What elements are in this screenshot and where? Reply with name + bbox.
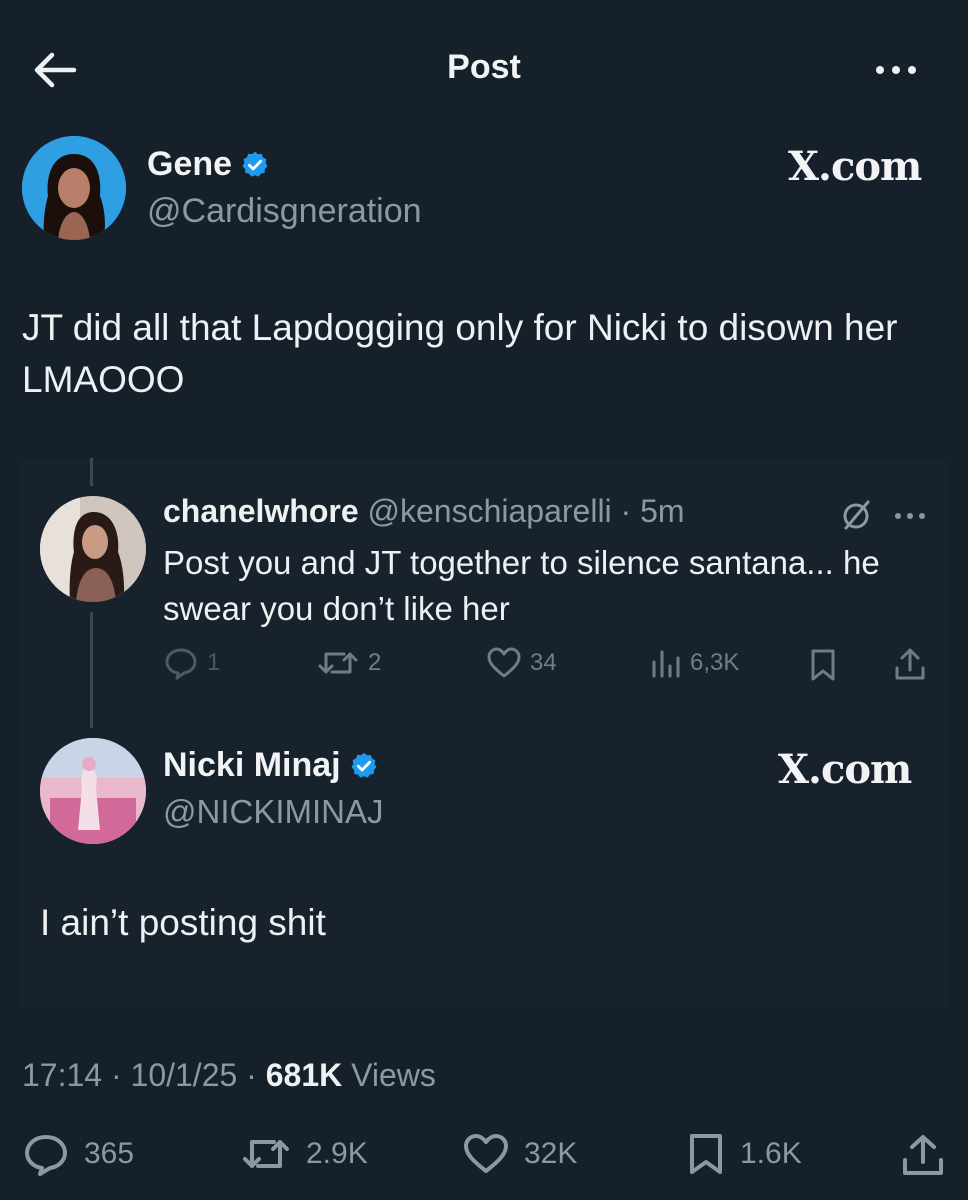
views-chart-icon	[652, 650, 680, 678]
grok-icon[interactable]	[840, 498, 874, 532]
reposts-count: 2.9K	[306, 1137, 368, 1170]
x-com-watermark: X.com	[778, 746, 912, 793]
repost-icon	[318, 652, 358, 674]
thread-line	[90, 458, 93, 486]
reply-replies-action[interactable]: 1	[163, 646, 220, 680]
bookmarks-action[interactable]: 1.6K	[686, 1132, 802, 1176]
author-name[interactable]: Gene	[147, 145, 270, 184]
share-icon[interactable]	[900, 1132, 946, 1178]
post-date: 10/1/25	[130, 1057, 238, 1093]
avatar-nicki-minaj[interactable]	[40, 738, 146, 844]
bookmark-icon[interactable]	[808, 648, 838, 682]
post-meta: 17:14 · 10/1/25 · 681K Views	[22, 1057, 436, 1093]
reply-likes-action[interactable]: 34	[486, 646, 557, 680]
quoted-author-handle[interactable]: @NICKIMINAJ	[163, 793, 384, 831]
likes-action[interactable]: 32K	[462, 1132, 577, 1176]
comment-icon	[25, 1135, 67, 1176]
reply-views-action[interactable]: 6,3K	[650, 646, 739, 680]
more-options-icon[interactable]	[872, 50, 922, 90]
reply-replies-count: 1	[207, 649, 221, 676]
replies-action[interactable]: 365	[22, 1132, 134, 1176]
bookmark-icon	[690, 1134, 722, 1174]
reply-text: Post you and JT together to silence sant…	[163, 544, 880, 627]
share-icon[interactable]	[893, 646, 927, 682]
repost-icon	[243, 1140, 289, 1168]
avatar-chanelwhore[interactable]	[40, 496, 146, 602]
post-text: JT did all that Lapdogging only for Nick…	[22, 307, 898, 400]
thread-line	[90, 612, 93, 728]
reply-author-handle[interactable]: @kenschiaparelli	[368, 493, 612, 529]
reply-author-name[interactable]: chanelwhore	[163, 493, 359, 529]
quoted-author-name-text: Nicki Minaj	[163, 746, 341, 784]
author-name-text: Gene	[147, 145, 233, 183]
reply-time: 5m	[640, 493, 685, 529]
views-count: 681K	[265, 1057, 343, 1093]
bookmarks-count: 1.6K	[740, 1137, 802, 1170]
heart-icon	[487, 647, 521, 678]
reply-reposts-count: 2	[368, 649, 382, 676]
replies-count: 365	[84, 1137, 135, 1170]
reply-more-icon[interactable]	[890, 506, 930, 526]
reply-likes-count: 34	[530, 649, 557, 676]
reply-views-count: 6,3K	[690, 649, 740, 676]
views-label: Views	[351, 1057, 436, 1093]
verified-badge-icon	[242, 151, 268, 177]
quoted-author-name[interactable]: Nicki Minaj	[163, 746, 379, 785]
heart-icon	[464, 1134, 508, 1173]
author-handle[interactable]: @Cardisgneration	[147, 192, 422, 231]
page-title: Post	[447, 48, 521, 86]
x-com-watermark: X.com	[788, 143, 922, 190]
avatar-gene[interactable]	[22, 136, 126, 240]
reply-header: chanelwhore @kenschiaparelli · 5m	[163, 493, 685, 530]
reply-reposts-action[interactable]: 2	[316, 646, 381, 680]
reposts-action[interactable]: 2.9K	[240, 1132, 368, 1176]
separator: ·	[611, 493, 641, 529]
verified-badge-icon	[351, 752, 377, 778]
quoted-post-text: I ain’t posting shit	[40, 902, 326, 943]
likes-count: 32K	[524, 1137, 578, 1170]
post-time: 17:14	[22, 1057, 103, 1093]
comment-icon	[165, 648, 197, 680]
